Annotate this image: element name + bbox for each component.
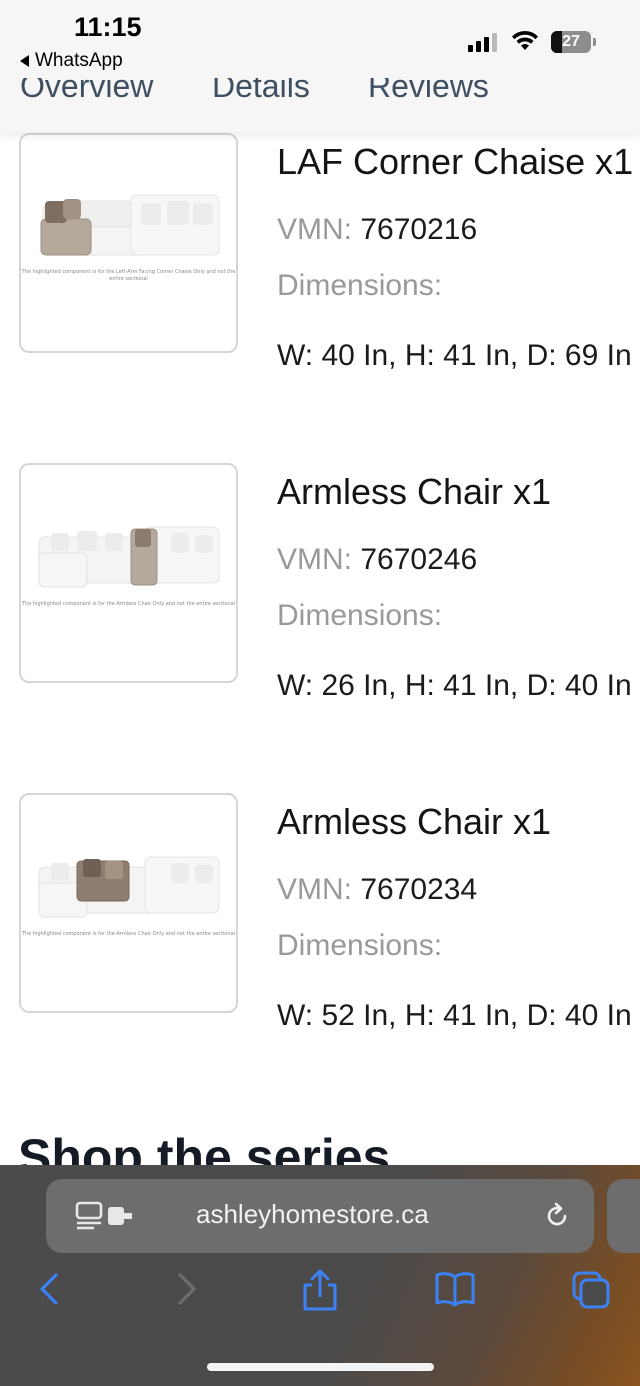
back-icon[interactable] (36, 1269, 62, 1309)
image-caption: The highlighted component is for the Arm… (22, 931, 235, 937)
image-caption: The highlighted component is for the Arm… (22, 601, 235, 607)
vmn-row: VMN: 7670234 (277, 873, 640, 907)
back-to-app-link[interactable]: WhatsApp (20, 50, 123, 72)
dimensions-value: W: 26 In, H: 41 In, D: 40 In (277, 669, 632, 702)
component-item: The highlighted component is for the Arm… (0, 793, 640, 1032)
vmn-value: 7670246 (360, 543, 478, 576)
vmn-row: VMN: 7670216 (277, 213, 640, 247)
clock: 11:15 (74, 12, 142, 42)
dimensions-value: W: 40 In, H: 41 In, D: 69 In (277, 339, 632, 372)
vmn-row: VMN: 7670246 (277, 543, 640, 577)
battery-tip (593, 38, 596, 46)
tabs-icon[interactable] (570, 1269, 612, 1311)
battery-icon: 27 (551, 31, 591, 53)
share-icon[interactable] (300, 1269, 340, 1313)
cellular-signal-icon (468, 32, 497, 52)
dimensions-label: Dimensions: (277, 269, 443, 302)
bookmarks-icon[interactable] (434, 1269, 476, 1309)
vmn-label: VMN: (277, 213, 352, 246)
component-image[interactable]: The highlighted component is for the Lef… (19, 133, 238, 353)
image-caption: The highlighted component is for the Lef… (21, 269, 236, 282)
back-app-label: WhatsApp (35, 50, 123, 71)
component-image[interactable]: The highlighted component is for the Arm… (19, 793, 238, 1013)
vmn-value: 7670234 (360, 873, 478, 906)
component-info: LAF Corner Chaise x1 VMN: 7670216 Dimens… (277, 141, 640, 373)
component-image[interactable]: The highlighted component is for the Arm… (19, 463, 238, 683)
component-name: Armless Chair x1 (277, 801, 552, 842)
next-tab-address-bar[interactable] (607, 1179, 640, 1253)
component-item: The highlighted component is for the Lef… (0, 133, 640, 372)
sectional-sofa-illustration (38, 856, 220, 918)
dimensions-value: W: 52 In, H: 41 In, D: 40 In (277, 999, 632, 1032)
vmn-value: 7670216 (360, 213, 478, 246)
url-text[interactable]: ashleyhomestore.ca (196, 1199, 429, 1230)
forward-icon[interactable] (174, 1269, 200, 1309)
reload-icon[interactable] (542, 1201, 572, 1231)
address-bar[interactable]: ashleyhomestore.ca (46, 1179, 594, 1253)
component-info: Armless Chair x1 VMN: 7670234 Dimensions… (277, 801, 640, 1033)
status-bar: 11:15 WhatsApp 27 (0, 0, 640, 78)
battery-level: 27 (562, 33, 580, 50)
dimensions-label: Dimensions: (277, 599, 443, 632)
component-name: Armless Chair x1 (277, 471, 552, 512)
vmn-label: VMN: (277, 873, 352, 906)
component-info: Armless Chair x1 VMN: 7670246 Dimensions… (277, 471, 640, 703)
dimensions-label: Dimensions: (277, 929, 443, 962)
back-triangle-icon (20, 55, 29, 67)
component-name: LAF Corner Chaise x1 (277, 141, 634, 182)
component-item: The highlighted component is for the Arm… (0, 463, 640, 702)
sectional-sofa-illustration (38, 526, 220, 588)
sectional-sofa-illustration (40, 194, 220, 256)
page-menu-icon[interactable] (74, 1201, 138, 1231)
wifi-icon (512, 30, 538, 50)
vmn-label: VMN: (277, 543, 352, 576)
browser-toolbar: ashleyhomestore.ca (0, 1165, 640, 1386)
home-indicator (207, 1363, 434, 1371)
